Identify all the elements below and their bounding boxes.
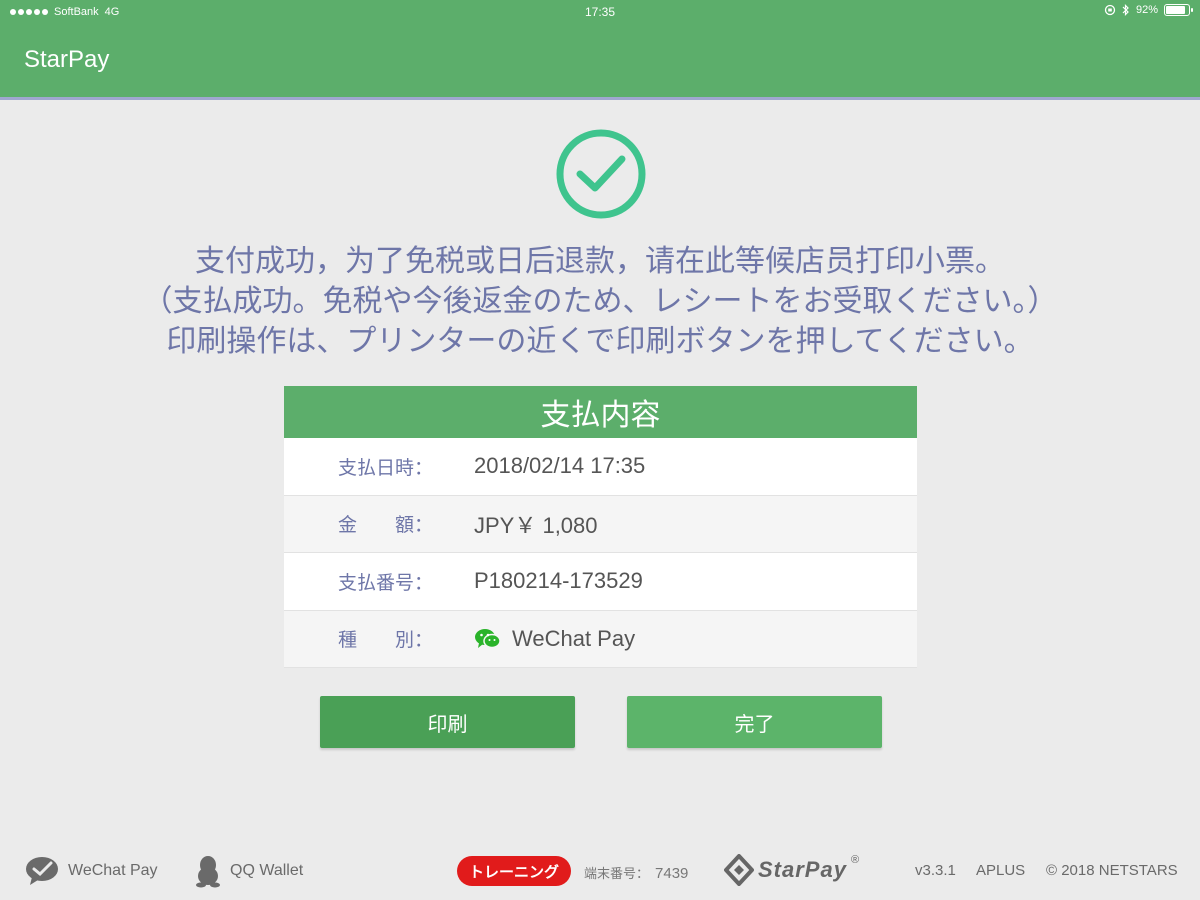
bluetooth-icon	[1122, 4, 1129, 16]
qq-wallet-label: QQ Wallet	[230, 862, 304, 879]
payment-details-card: 支払内容 支払日時： 2018/02/14 17:35 金 額： JPY￥ 1,…	[284, 386, 917, 668]
detail-row-type: 種 別： WeChat Pay	[284, 610, 917, 668]
starpay-logo: StarPay ®	[724, 854, 859, 886]
footer: WeChat Pay QQ Wallet トレーニング 端末番号： 7439 St…	[0, 848, 1200, 894]
payment-type-text: WeChat Pay	[512, 625, 636, 651]
aplus-label: APLUS	[976, 862, 1026, 879]
detail-row-datetime: 支払日時： 2018/02/14 17:35	[284, 438, 917, 496]
message-print-instruction: 印刷操作は、プリンターの近くで印刷ボタンを押してください。	[166, 324, 1034, 359]
status-time: 17:35	[584, 5, 616, 19]
app-title: StarPay	[24, 46, 110, 73]
terminal-number: 端末番号： 7439	[584, 863, 688, 882]
detail-value-type: WeChat Pay	[474, 626, 635, 652]
copyright: © 2018 NETSTARS	[1046, 862, 1178, 879]
status-right: 92%	[1104, 4, 1193, 16]
app-version: v3.3.1	[915, 862, 956, 879]
terminal-label: 端末番号：	[584, 866, 650, 881]
footer-qq-wallet: QQ Wallet	[194, 854, 303, 888]
done-button[interactable]: 完了	[627, 696, 882, 748]
wechat-pay-label: WeChat Pay	[68, 862, 158, 879]
terminal-value: 7439	[655, 865, 689, 882]
registered-mark: ®	[850, 854, 860, 866]
payment-messages: 支付成功，为了免税或日后退款，请在此等候店员打印小票。 （支払成功。免税や今後返…	[0, 242, 1200, 362]
detail-row-amount: 金 額： JPY￥ 1,080	[284, 495, 917, 553]
footer-wechat-pay: WeChat Pay	[24, 854, 158, 888]
starpay-logo-text: StarPay	[758, 857, 847, 882]
wechat-icon	[475, 628, 501, 648]
success-check-icon	[555, 128, 647, 220]
training-badge: トレーニング	[457, 856, 572, 886]
orientation-lock-icon	[1104, 4, 1116, 16]
detail-label: 金 額：	[338, 514, 434, 537]
details-title: 支払内容	[284, 386, 917, 438]
detail-row-payment-number: 支払番号： P180214-173529	[284, 553, 917, 611]
wechat-pay-logo-icon	[26, 857, 58, 885]
app-header: SoftBank 4G 17:35 92% StarPay	[0, 0, 1200, 100]
detail-label: 支払日時：	[338, 456, 434, 479]
battery-percent: 92%	[1135, 4, 1158, 16]
detail-value: 2018/02/14 17:35	[474, 453, 646, 479]
detail-label: 種 別：	[338, 629, 434, 652]
print-button[interactable]: 印刷	[320, 696, 575, 748]
message-japanese: （支払成功。免税や今後返金のため、レシートをお受取ください。）	[142, 284, 1058, 319]
detail-value: P180214-173529	[474, 568, 643, 594]
qq-penguin-icon	[196, 856, 220, 888]
starpay-logo-icon	[724, 854, 754, 886]
battery-icon	[1164, 4, 1193, 16]
detail-label: 支払番号：	[338, 571, 434, 594]
message-chinese: 支付成功，为了免税或日后退款，请在此等候店员打印小票。	[195, 244, 1005, 279]
detail-value: JPY￥ 1,080	[474, 512, 598, 538]
